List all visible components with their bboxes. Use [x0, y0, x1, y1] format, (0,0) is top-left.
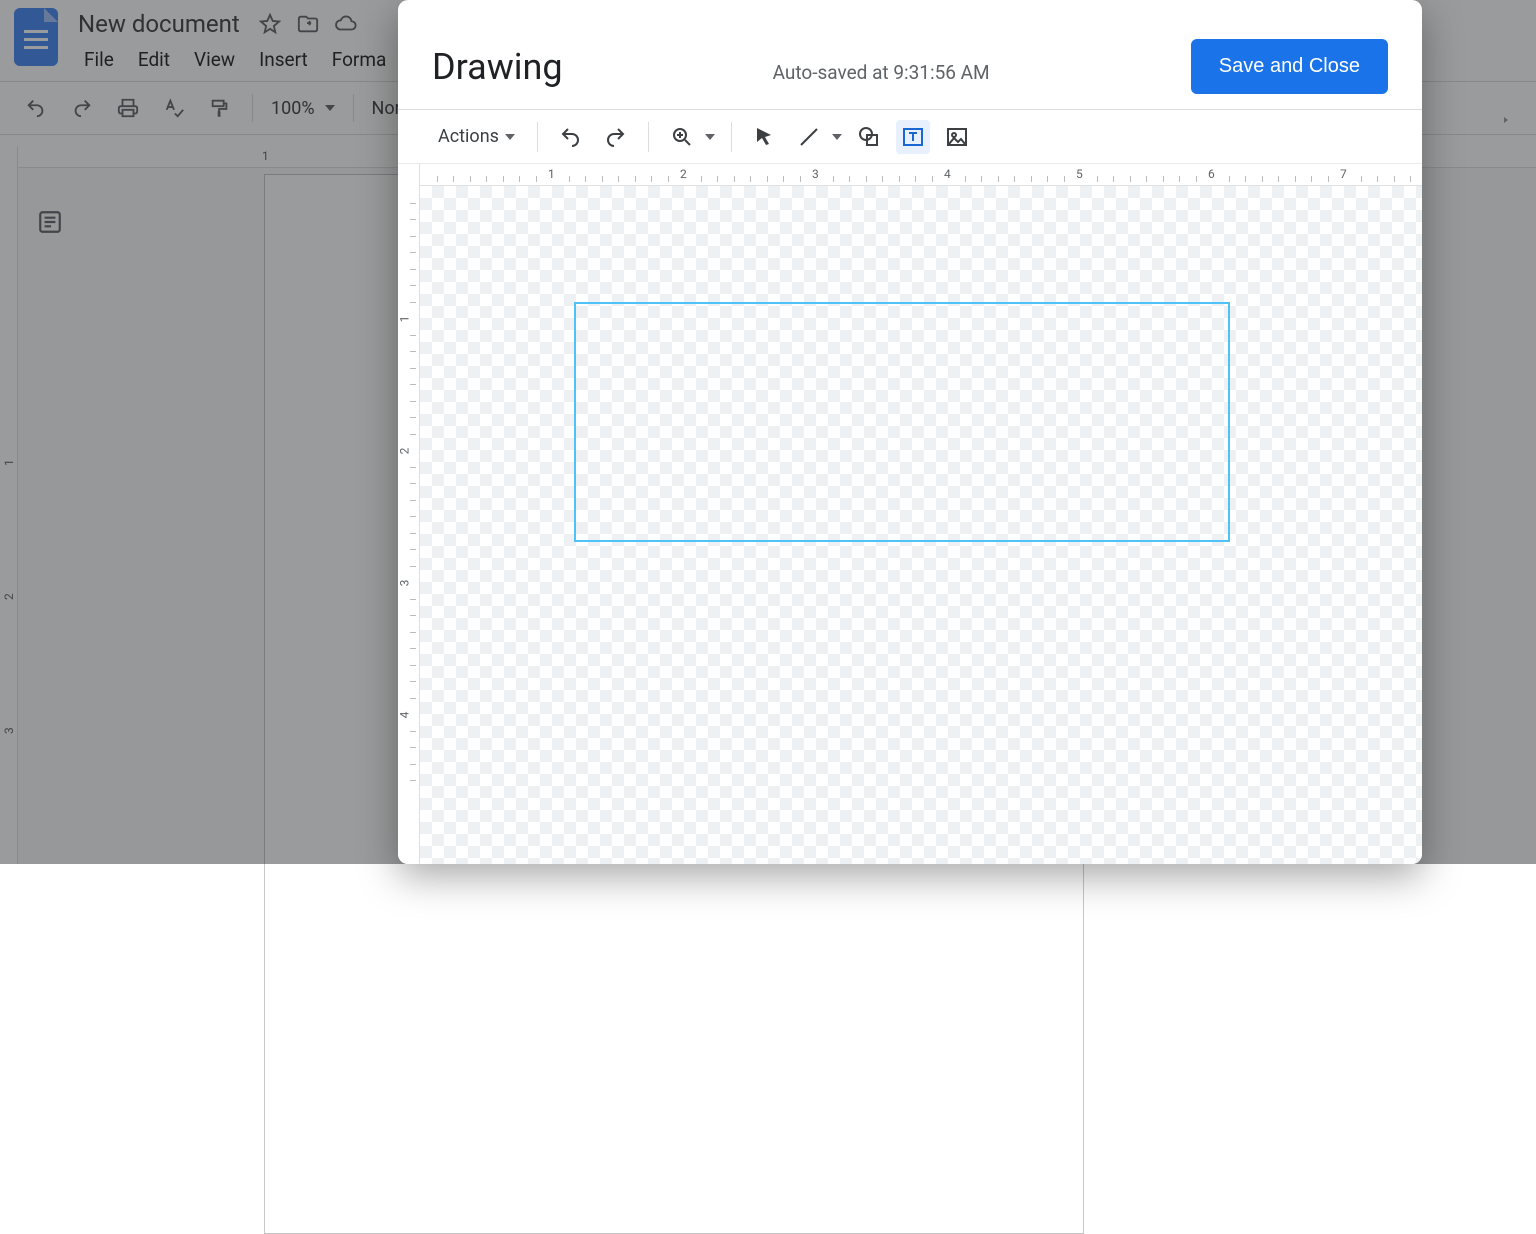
- ruler-number: 2: [680, 167, 687, 181]
- save-and-close-button[interactable]: Save and Close: [1191, 39, 1388, 94]
- ruler-number: 5: [1076, 167, 1083, 181]
- toolbar-separator: [648, 122, 649, 152]
- drawing-dialog: Drawing Auto-saved at 9:31:56 AM Save an…: [398, 0, 1422, 864]
- toolbar-separator: [731, 122, 732, 152]
- autosave-status: Auto-saved at 9:31:56 AM: [773, 61, 990, 84]
- select-tool-icon[interactable]: [748, 120, 782, 154]
- actions-label: Actions: [438, 126, 499, 147]
- redo-icon[interactable]: [598, 120, 632, 154]
- actions-menu-button[interactable]: Actions: [432, 120, 521, 153]
- dialog-title: Drawing: [432, 46, 563, 88]
- drawing-toolbar: Actions: [398, 110, 1422, 164]
- ruler-number: 4: [398, 712, 411, 719]
- chevron-down-icon[interactable]: [705, 134, 715, 140]
- line-tool-icon[interactable]: [792, 120, 826, 154]
- text-box-tool-icon[interactable]: [896, 120, 930, 154]
- zoom-tool-icon[interactable]: [665, 120, 699, 154]
- image-tool-icon[interactable]: [940, 120, 974, 154]
- drawing-canvas-wrap: 1 2 3 4 1 2 3 4 5 6 7: [398, 164, 1422, 864]
- drawing-canvas[interactable]: [420, 186, 1422, 864]
- undo-icon[interactable]: [554, 120, 588, 154]
- toolbar-separator: [537, 122, 538, 152]
- dialog-header: Drawing Auto-saved at 9:31:56 AM Save an…: [398, 0, 1422, 110]
- canvas-ruler-horizontal[interactable]: 1 2 3 4 5 6 7: [420, 164, 1422, 186]
- ruler-number: 3: [812, 167, 819, 181]
- text-box-shape[interactable]: [574, 302, 1230, 542]
- ruler-number: 7: [1340, 167, 1347, 181]
- canvas-ruler-vertical[interactable]: 1 2 3 4: [398, 164, 420, 864]
- chevron-down-icon[interactable]: [832, 134, 842, 140]
- ruler-number: 2: [398, 448, 411, 455]
- ruler-number: 4: [944, 167, 951, 181]
- ruler-number: 3: [398, 580, 411, 587]
- decrease-indent-icon[interactable]: [1502, 108, 1530, 136]
- ruler-number: 1: [398, 316, 411, 323]
- shape-tool-icon[interactable]: [852, 120, 886, 154]
- chevron-down-icon: [505, 134, 515, 140]
- ruler-number: 6: [1208, 167, 1215, 181]
- ruler-number: 1: [548, 167, 555, 181]
